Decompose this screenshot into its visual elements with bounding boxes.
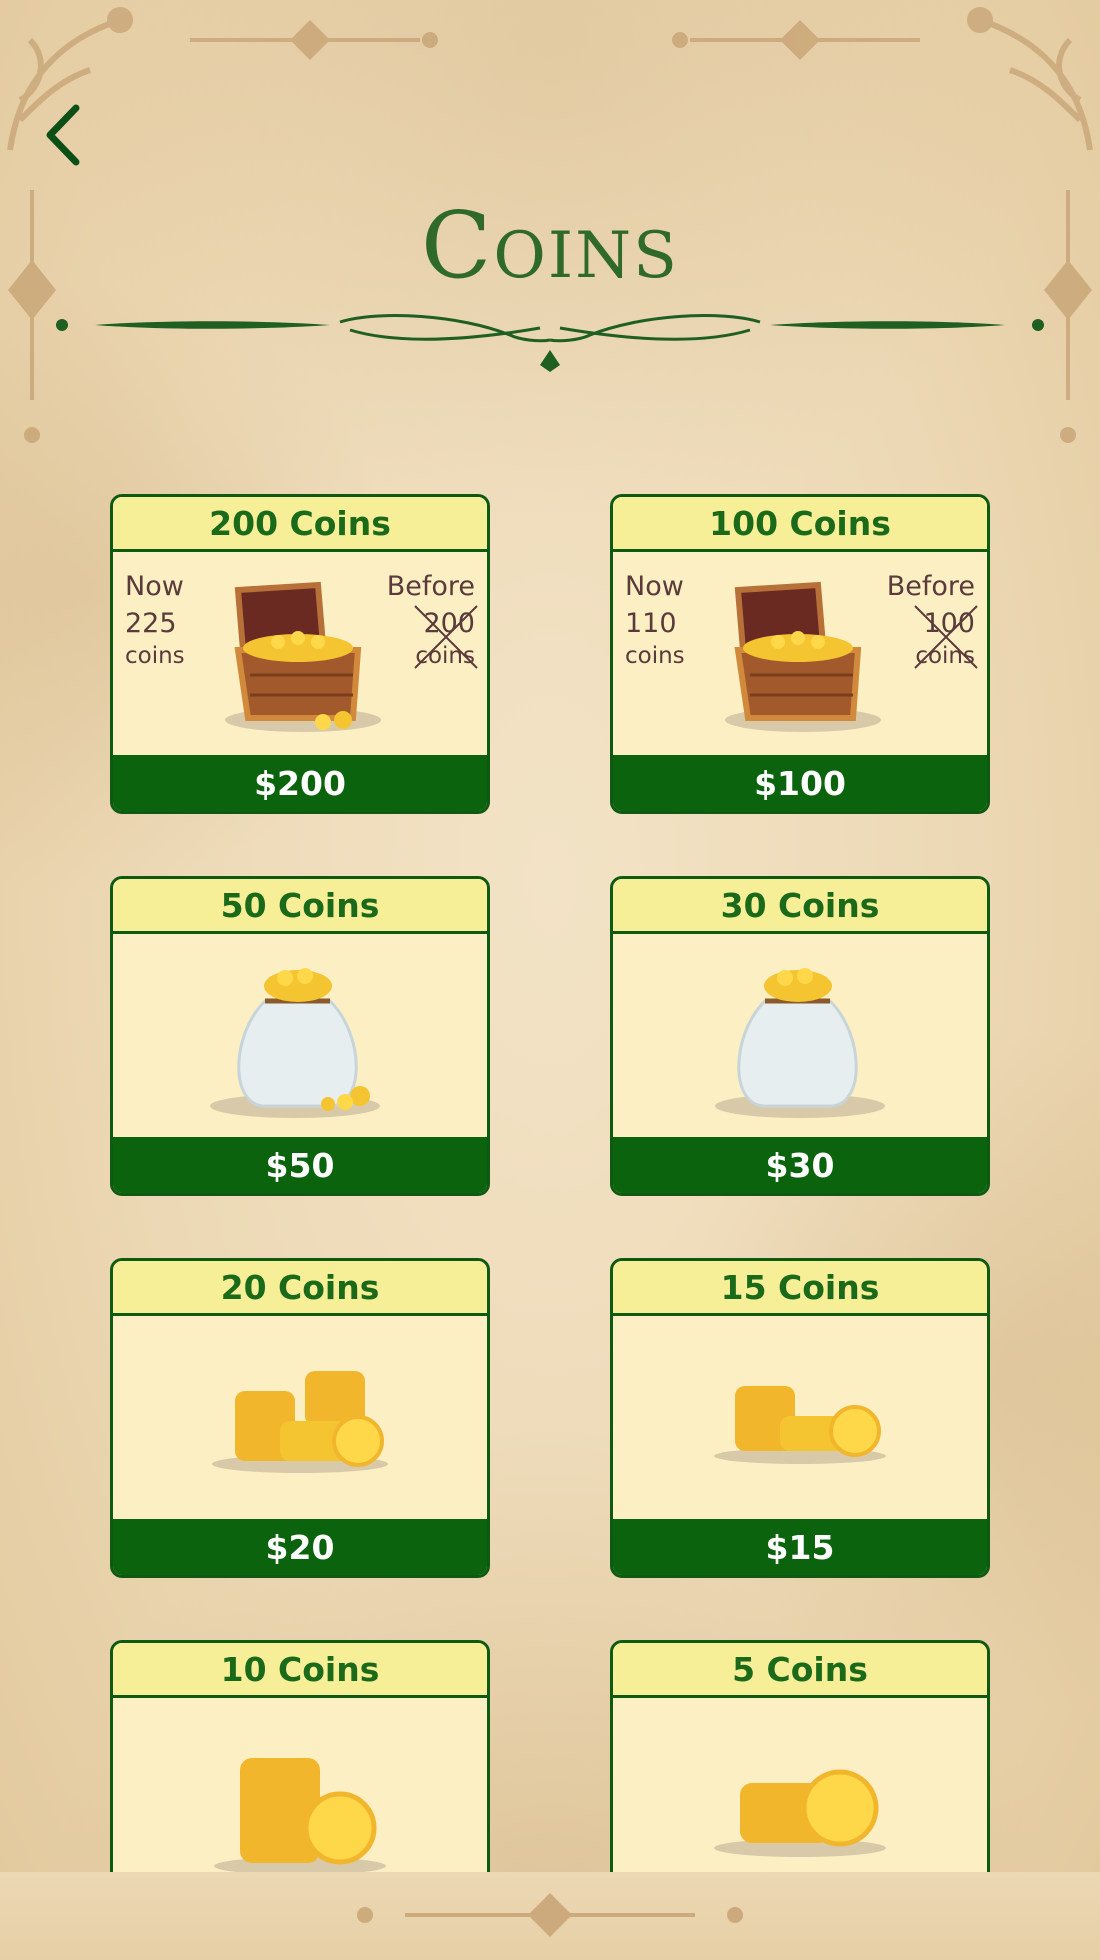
now-value: 110	[625, 608, 677, 639]
coin-stacks-icon	[212, 1371, 388, 1473]
package-title: 30 Coins	[613, 879, 987, 934]
coin-stack-tall-icon	[214, 1758, 386, 1872]
package-title: 20 Coins	[113, 1261, 487, 1316]
now-label: Now	[625, 571, 684, 602]
ornament-top-left-icon	[7, 7, 133, 151]
now-unit: coins	[625, 643, 685, 669]
ornament-top-right-icon	[967, 7, 1093, 151]
coin-stacks-icon	[714, 1386, 886, 1464]
treasure-chest-icon	[725, 581, 881, 732]
page-title: Coins	[421, 192, 679, 299]
package-card-100-coins[interactable]: 100 Coins Now 110 coins Before 100 coins	[610, 494, 990, 814]
before-label: Before	[886, 571, 975, 602]
ornament-bottom-center-icon	[357, 1893, 743, 1937]
promo-now: Now 110 coins	[625, 568, 685, 670]
ornament-top-center-left-icon	[190, 20, 438, 60]
package-title: 200 Coins	[113, 497, 487, 552]
package-card-200-coins[interactable]: 200 Coins Now 225 coins Before 200 coins	[110, 494, 490, 814]
package-card-15-coins[interactable]: 15 Coins $15	[610, 1258, 990, 1578]
package-body	[113, 1698, 487, 1872]
strikethrough-x-icon	[914, 605, 978, 669]
package-body	[113, 1316, 487, 1520]
package-card-10-coins[interactable]: 10 Coins	[110, 1640, 490, 1872]
package-title: 5 Coins	[613, 1643, 987, 1698]
package-card-50-coins[interactable]: 50 Coins $50	[110, 876, 490, 1196]
price-button[interactable]: $20	[113, 1519, 487, 1575]
coin-packages-grid: 200 Coins Now 225 coins Before 200 coins	[110, 494, 992, 1872]
now-unit: coins	[125, 643, 185, 669]
price-button[interactable]: $50	[113, 1137, 487, 1193]
chevron-left-icon	[46, 104, 80, 166]
now-label: Now	[125, 571, 184, 602]
ornament-top-center-right-icon	[672, 20, 920, 60]
package-card-20-coins[interactable]: 20 Coins $20	[110, 1258, 490, 1578]
package-title: 100 Coins	[613, 497, 987, 552]
price-button[interactable]: $100	[613, 755, 987, 811]
package-body: Now 110 coins Before 100 coins	[613, 552, 987, 756]
package-title: 50 Coins	[113, 879, 487, 934]
now-value: 225	[125, 608, 177, 639]
package-body	[613, 934, 987, 1138]
package-card-5-coins[interactable]: 5 Coins	[610, 1640, 990, 1872]
package-body	[113, 934, 487, 1138]
before-label: Before	[386, 571, 475, 602]
package-body: Now 225 coins Before 200 coins	[113, 552, 487, 756]
coin-bag-icon	[210, 968, 380, 1118]
coin-bag-icon	[715, 968, 885, 1118]
package-title: 10 Coins	[113, 1643, 487, 1698]
package-title: 15 Coins	[613, 1261, 987, 1316]
promo-now: Now 225 coins	[125, 568, 185, 670]
back-button[interactable]	[38, 100, 88, 170]
title-flourish-icon	[56, 314, 1044, 372]
price-button[interactable]: $200	[113, 755, 487, 811]
strikethrough-x-icon	[414, 605, 478, 669]
treasure-chest-icon	[225, 581, 381, 732]
price-button[interactable]: $15	[613, 1519, 987, 1575]
price-button[interactable]: $30	[613, 1137, 987, 1193]
package-card-30-coins[interactable]: 30 Coins $30	[610, 876, 990, 1196]
package-body	[613, 1698, 987, 1872]
package-body	[613, 1316, 987, 1520]
coin-stack-small-icon	[714, 1769, 886, 1857]
